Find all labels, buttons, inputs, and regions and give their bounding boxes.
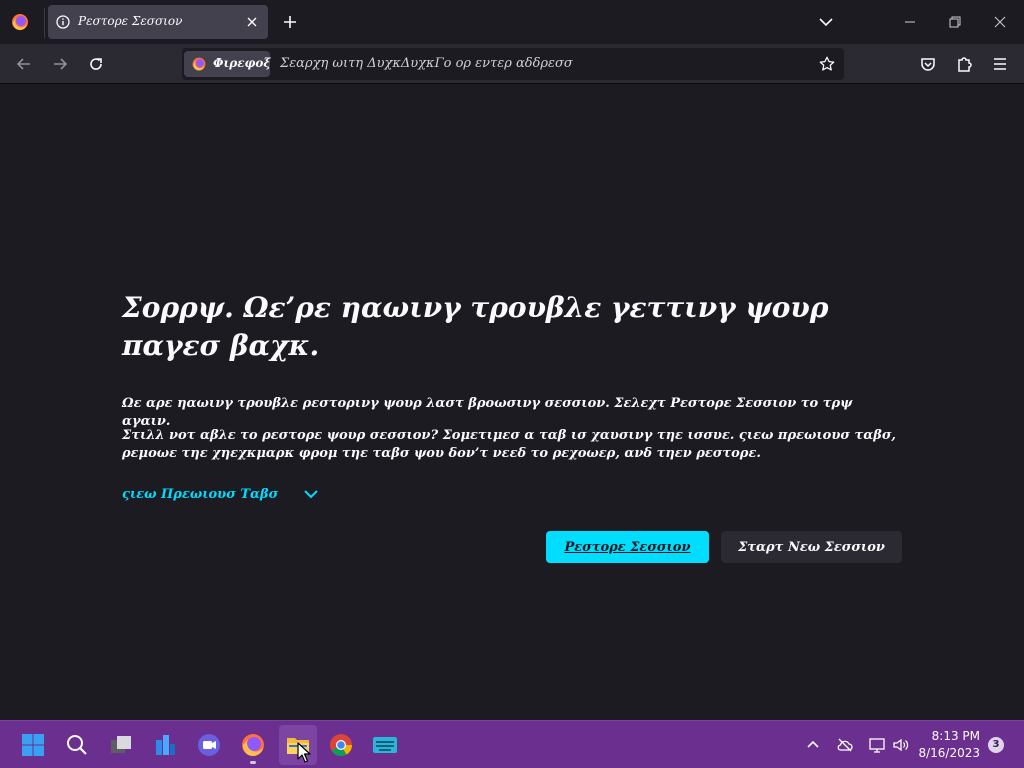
firefox-logo-icon <box>192 57 206 71</box>
hamburger-icon[interactable] <box>990 54 1010 74</box>
arrow-right-icon[interactable] <box>50 54 70 74</box>
cloud-off-icon[interactable] <box>836 736 854 754</box>
view-previous-tabs-toggle[interactable]: ςιεω Πρεωιουσ Ταβσ <box>122 483 320 505</box>
view-previous-tabs-label[interactable]: ςιεω Πρεωιουσ Ταβσ <box>122 487 278 502</box>
tab-restore-session[interactable]: Ρεστορε Σεσσιον <box>48 5 268 39</box>
chevron-up-icon[interactable] <box>804 736 822 754</box>
puzzle-icon[interactable] <box>954 54 974 74</box>
clock-date[interactable]: 8/16/2023 <box>914 746 980 760</box>
tab-separator <box>44 8 45 38</box>
firefox-logo-icon[interactable] <box>10 12 30 32</box>
reload-icon[interactable] <box>86 54 106 74</box>
task-view-icon[interactable] <box>108 732 134 758</box>
chrome-icon[interactable] <box>328 732 354 758</box>
tab-title: Ρεστορε Σεσσιον <box>78 14 183 28</box>
identity-box[interactable]: Φιρεφοξ <box>184 51 271 77</box>
widgets-icon[interactable] <box>152 732 178 758</box>
minimize-icon[interactable] <box>900 12 920 32</box>
tab-strip: Ρεστορε Σεσσιον <box>0 0 1024 44</box>
close-icon[interactable] <box>990 12 1010 32</box>
help-paragraph: Στιλλ νοτ αβλε το ρεστορε ψουρ σεσσιον? … <box>122 428 896 461</box>
chevron-down-icon[interactable] <box>816 12 836 32</box>
plus-icon[interactable] <box>280 12 300 32</box>
nav-toolbar: Φιρεφοξ Σεαρχη ωιτη ΔυχκΔυχκΓο ορ εντερ … <box>0 44 1024 84</box>
close-icon[interactable] <box>244 14 260 30</box>
page-title: Σορρψ. Ωε’ρε ηαωινγ τρουβλε γεττινγ ψουρ… <box>122 291 829 362</box>
mouse-pointer-icon <box>297 742 311 763</box>
firefox-icon[interactable] <box>240 732 266 758</box>
info-icon <box>56 15 70 29</box>
page-content: Σορρψ. Ωε’ρε ηαωινγ τρουβλε γεττινγ ψουρ… <box>0 85 1024 720</box>
network-icon[interactable] <box>868 736 886 754</box>
windows-start-icon[interactable] <box>20 732 46 758</box>
url-input[interactable]: Σεαρχη ωιτη ΔυχκΔυχκΓο ορ εντερ αδδρεσσ <box>280 56 573 71</box>
restore-session-button[interactable]: Ρεστορε Σεσσιον <box>546 531 709 563</box>
chevron-down-icon[interactable] <box>302 485 320 503</box>
firefox-running-indicator <box>250 761 256 764</box>
search-icon[interactable] <box>64 732 90 758</box>
start-new-session-button[interactable]: Σταρτ Νεω Σεσσιον <box>721 531 902 563</box>
keyboard-app-icon[interactable] <box>372 732 398 758</box>
clock-time[interactable]: 8:13 PM <box>924 729 980 743</box>
url-bar[interactable]: Φιρεφοξ Σεαρχη ωιτη ΔυχκΔυχκΓο ορ εντερ … <box>182 48 844 80</box>
volume-icon[interactable] <box>892 736 910 754</box>
teams-chat-icon[interactable] <box>196 732 222 758</box>
identity-label: Φιρεφοξ <box>213 56 271 70</box>
description-paragraph: Ωε αρε ηαωινγ τρουβλε ρεστορινγ ψουρ λασ… <box>122 396 853 429</box>
arrow-left-icon[interactable] <box>14 54 34 74</box>
restore-icon[interactable] <box>945 12 965 32</box>
pocket-icon[interactable] <box>918 54 938 74</box>
star-icon[interactable] <box>818 55 836 73</box>
taskbar: 8:13 PM 8/16/2023 3 <box>0 720 1024 768</box>
notification-badge[interactable]: 3 <box>988 737 1004 753</box>
